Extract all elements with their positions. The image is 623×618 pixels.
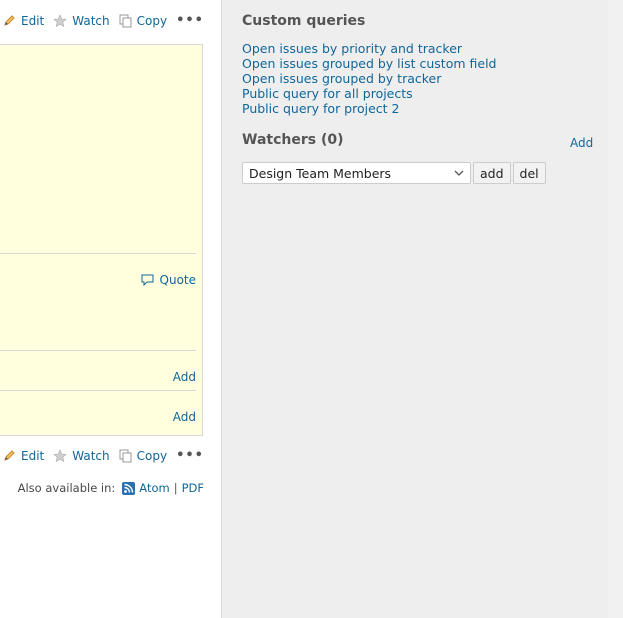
- copy-icon: [119, 449, 132, 462]
- quote-link[interactable]: Quote: [141, 273, 196, 287]
- edit-label: Edit: [21, 448, 45, 463]
- watchers-heading: Watchers (0): [242, 132, 344, 148]
- add-watcher-link[interactable]: Add: [570, 136, 593, 150]
- copy-link[interactable]: Copy: [119, 449, 167, 463]
- pdf-link[interactable]: PDF: [182, 481, 204, 495]
- star-icon: [53, 13, 67, 27]
- watch-link[interactable]: Watch: [53, 13, 110, 28]
- rss-feed-icon: [122, 481, 136, 495]
- edit-link[interactable]: Edit: [3, 14, 44, 28]
- more-actions-icon[interactable]: •••: [176, 13, 204, 28]
- main-content: Edit Watch Copy ••• Quote Add Add Edit W…: [0, 0, 220, 618]
- delete-watcher-button[interactable]: del: [512, 162, 546, 184]
- watcher-form: Design Team Members add del: [242, 162, 546, 184]
- divider: [0, 253, 196, 254]
- watcher-select[interactable]: Design Team Members: [242, 162, 471, 184]
- star-icon: [53, 448, 67, 462]
- issue-actions-top: Edit Watch Copy •••: [3, 13, 204, 28]
- comment-icon: [141, 274, 154, 286]
- custom-queries-list: Open issues by priority and tracker Open…: [242, 41, 496, 116]
- sidebar: Custom queries Open issues by priority a…: [221, 0, 609, 618]
- quote-label: Quote: [159, 273, 196, 287]
- query-link[interactable]: Open issues grouped by list custom field: [242, 56, 496, 71]
- add-related-link[interactable]: Add: [173, 410, 196, 424]
- copy-label: Copy: [136, 448, 168, 463]
- query-link[interactable]: Public query for all projects: [242, 86, 413, 101]
- query-link[interactable]: Open issues by priority and tracker: [242, 41, 462, 56]
- query-link[interactable]: Public query for project 2: [242, 101, 400, 116]
- edit-label: Edit: [21, 13, 45, 28]
- more-actions-icon[interactable]: •••: [176, 448, 204, 463]
- divider: [0, 390, 196, 391]
- chevron-down-icon: [454, 170, 464, 176]
- divider: [0, 350, 196, 351]
- watch-link[interactable]: Watch: [53, 448, 110, 463]
- watcher-select-value: Design Team Members: [249, 165, 392, 181]
- copy-icon: [119, 14, 132, 27]
- atom-link[interactable]: Atom: [139, 481, 169, 495]
- format-separator: |: [173, 481, 178, 495]
- edit-link[interactable]: Edit: [3, 449, 44, 463]
- query-link[interactable]: Open issues grouped by tracker: [242, 71, 441, 86]
- issue-actions-bottom: Edit Watch Copy •••: [3, 448, 204, 463]
- copy-label: Copy: [136, 13, 168, 28]
- custom-queries-heading: Custom queries: [242, 13, 366, 29]
- formats-label: Also available in:: [17, 481, 116, 495]
- pencil-icon: [4, 15, 15, 26]
- watch-label: Watch: [72, 448, 110, 463]
- issue-details-box: Quote Add Add: [0, 44, 203, 436]
- add-watcher-button[interactable]: add: [473, 162, 511, 184]
- scrollbar[interactable]: [608, 0, 623, 618]
- other-formats: Also available in: Atom | PDF: [18, 481, 204, 495]
- watch-label: Watch: [72, 13, 110, 28]
- add-subtask-link[interactable]: Add: [173, 370, 196, 384]
- copy-link[interactable]: Copy: [119, 14, 167, 28]
- pencil-icon: [4, 450, 15, 461]
